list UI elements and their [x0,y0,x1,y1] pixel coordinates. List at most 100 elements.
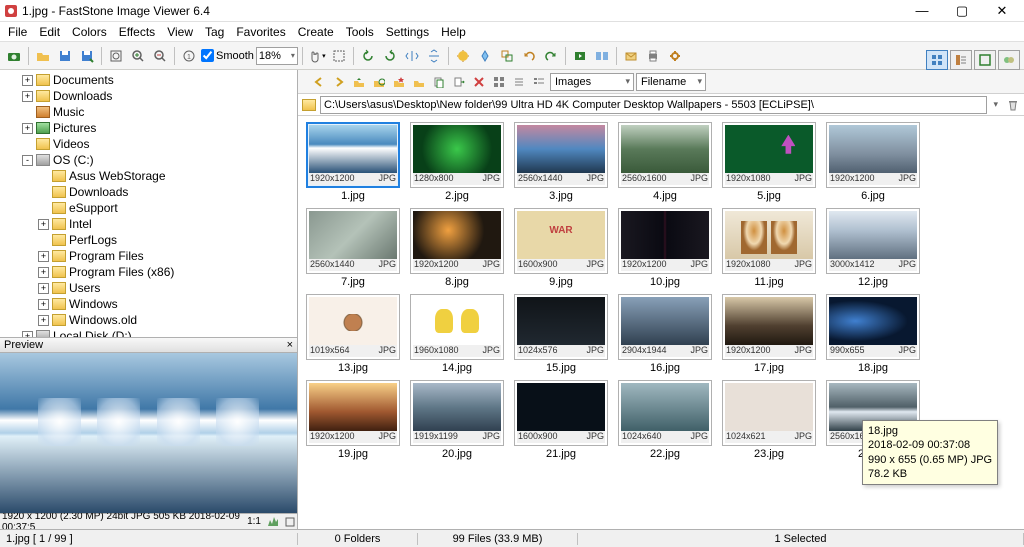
thumbnail-view-button[interactable] [926,50,948,70]
tree-toggle[interactable]: + [38,251,49,262]
preview-expand-icon[interactable] [285,517,295,527]
tree-toggle[interactable]: + [38,267,49,278]
close-button[interactable]: ✕ [988,3,1016,19]
thumbnail[interactable]: 1920x1200JPG6.jpg [826,122,920,202]
menu-create[interactable]: Create [292,23,340,41]
select-tool-button[interactable] [329,46,349,66]
minimize-button[interactable]: — [908,3,936,19]
nav-delete-button[interactable] [470,73,488,91]
tree-node[interactable]: +Windows.old [2,312,295,328]
tree-node[interactable]: +Intel [2,216,295,232]
menu-file[interactable]: File [2,23,33,41]
thumbnail[interactable]: 1919x1199JPG20.jpg [410,380,504,460]
nav-list-button[interactable] [510,73,528,91]
rotate-right-button[interactable] [380,46,400,66]
thumbnail[interactable]: 2560x1440JPG7.jpg [306,208,400,288]
sort-select[interactable]: Filename [636,73,706,91]
filter-type-select[interactable]: Images [550,73,634,91]
menu-tools[interactable]: Tools [340,23,380,41]
fullscreen-button[interactable] [974,50,996,70]
tree-node[interactable]: +Program Files (x86) [2,264,295,280]
menu-favorites[interactable]: Favorites [230,23,291,41]
undo-button[interactable] [519,46,539,66]
nav-copy-button[interactable] [430,73,448,91]
smooth-check[interactable] [201,49,214,62]
menu-tag[interactable]: Tag [199,23,230,41]
save-button[interactable] [55,46,75,66]
tree-node[interactable]: Videos [2,136,295,152]
tree-toggle[interactable]: + [22,75,33,86]
redo-button[interactable] [541,46,561,66]
smooth-checkbox[interactable]: Smooth [201,49,254,62]
tree-node[interactable]: +Documents [2,72,295,88]
tree-toggle[interactable]: + [38,219,49,230]
tree-node[interactable]: -OS (C:) [2,152,295,168]
tree-node[interactable]: +Downloads [2,88,295,104]
thumbnail[interactable]: 1280x800JPG2.jpg [410,122,504,202]
nav-details-button[interactable] [530,73,548,91]
thumbnail[interactable]: 2904x1944JPG16.jpg [618,294,712,374]
thumbnail[interactable]: 1024x576JPG15.jpg [514,294,608,374]
thumbnail[interactable]: 2560x1440JPG3.jpg [514,122,608,202]
tree-node[interactable]: +Program Files [2,248,295,264]
detail-view-button[interactable] [950,50,972,70]
sharpen-button[interactable] [475,46,495,66]
folder-tree[interactable]: +Documents+DownloadsMusic+PicturesVideos… [0,70,297,337]
thumbnail[interactable]: 3000x1412JPG12.jpg [826,208,920,288]
path-dropdown-icon[interactable]: ▾ [993,99,998,110]
email-button[interactable] [621,46,641,66]
camera-button[interactable] [4,46,24,66]
adjust-button[interactable] [453,46,473,66]
zoom-input[interactable] [259,50,291,62]
thumbnail[interactable]: 1019x564JPG13.jpg [306,294,400,374]
zoom-out-button[interactable] [150,46,170,66]
actual-size-button[interactable]: 1 [179,46,199,66]
tree-node[interactable]: PerfLogs [2,232,295,248]
tree-toggle[interactable]: - [22,155,33,166]
compare-button[interactable] [592,46,612,66]
thumbnail[interactable]: 1920x1200JPG17.jpg [722,294,816,374]
recycle-bin-icon[interactable] [1006,98,1020,112]
nav-home-button[interactable] [410,73,428,91]
thumbnail[interactable]: 1960x1080JPG14.jpg [410,294,504,374]
menu-help[interactable]: Help [435,23,472,41]
menu-colors[interactable]: Colors [66,23,113,41]
thumbnail[interactable]: 1600x900JPG9.jpg [514,208,608,288]
resize-button[interactable] [497,46,517,66]
thumbnail[interactable]: 1920x1080JPG5.jpg [722,122,816,202]
print-button[interactable] [643,46,663,66]
thumbnail[interactable]: 1920x1080JPG11.jpg [722,208,816,288]
thumbnail[interactable]: 1920x1200JPG8.jpg [410,208,504,288]
tree-toggle[interactable]: + [22,123,33,134]
tree-toggle[interactable]: + [38,283,49,294]
nav-forward-button[interactable] [330,73,348,91]
tree-node[interactable]: Asus WebStorage [2,168,295,184]
thumbnail[interactable]: 1920x1200JPG1.jpg [306,122,400,202]
thumbnail[interactable]: 1920x1200JPG19.jpg [306,380,400,460]
tree-toggle[interactable]: + [22,331,33,338]
open-button[interactable] [33,46,53,66]
nav-favorites-button[interactable] [390,73,408,91]
tree-node[interactable]: Downloads [2,184,295,200]
thumbnail[interactable]: 1024x621JPG23.jpg [722,380,816,460]
menu-edit[interactable]: Edit [33,23,66,41]
menu-effects[interactable]: Effects [113,23,161,41]
nav-back-button[interactable] [310,73,328,91]
menu-settings[interactable]: Settings [380,23,435,41]
flip-v-button[interactable] [424,46,444,66]
thumbnail[interactable]: 1024x640JPG22.jpg [618,380,712,460]
preview-close-button[interactable]: × [287,339,293,351]
save-as-button[interactable] [77,46,97,66]
settings-button[interactable] [665,46,685,66]
tree-toggle[interactable]: + [38,299,49,310]
flip-h-button[interactable] [402,46,422,66]
tree-toggle[interactable]: + [22,91,33,102]
thumbnail[interactable]: 2560x1600JPG4.jpg [618,122,712,202]
tree-node[interactable]: Music [2,104,295,120]
nav-move-button[interactable] [450,73,468,91]
preview-pane[interactable] [0,353,297,513]
tree-node[interactable]: +Users [2,280,295,296]
thumbnail[interactable]: 1600x900JPG21.jpg [514,380,608,460]
tree-toggle[interactable]: + [38,315,49,326]
tree-node[interactable]: +Windows [2,296,295,312]
